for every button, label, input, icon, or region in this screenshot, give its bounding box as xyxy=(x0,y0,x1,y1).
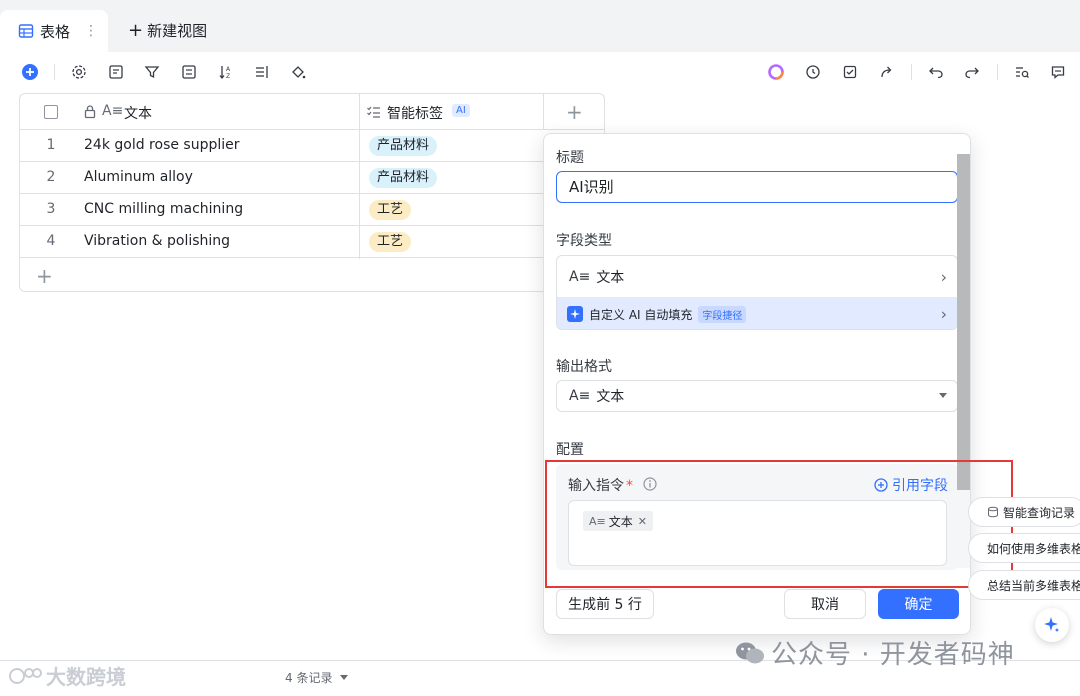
table-icon xyxy=(18,23,34,39)
row-number: 3 xyxy=(46,201,56,217)
row-number: 1 xyxy=(46,137,56,153)
output-format-value: 文本 xyxy=(596,389,625,405)
title-label: 标题 xyxy=(556,150,584,166)
column-divider xyxy=(359,94,360,259)
tag-chip: 产品材料 xyxy=(369,136,438,156)
help-chip-how-to-use[interactable]: 如何使用多维表格 xyxy=(968,533,1080,563)
title-input[interactable]: AI识别 xyxy=(556,171,958,203)
highlight-annotation xyxy=(545,460,1013,588)
comment-icon[interactable] xyxy=(1048,62,1068,82)
text-cell[interactable]: Vibration & polishing xyxy=(84,233,230,249)
chevron-right-icon: › xyxy=(940,304,947,324)
toolbar: AZ xyxy=(0,54,1080,92)
tag-chip: 工艺 xyxy=(369,200,412,220)
new-view-label: 新建视图 xyxy=(147,22,208,40)
paint-bucket-icon[interactable] xyxy=(288,62,308,82)
undo-icon[interactable] xyxy=(926,62,946,82)
help-chip-smart-query[interactable]: 智能查询记录 xyxy=(968,497,1080,527)
text-cell[interactable]: 24k gold rose supplier xyxy=(84,137,240,153)
cancel-button[interactable]: 取消 xyxy=(784,589,866,619)
sparkle-icon xyxy=(1044,617,1059,632)
ai-badge: AI xyxy=(452,104,470,117)
table-row[interactable]: 1 24k gold rose supplier 产品材料 xyxy=(20,130,604,162)
table-row[interactable]: 4 Vibration & polishing 工艺 xyxy=(20,226,604,258)
search-list-icon[interactable] xyxy=(1012,62,1032,82)
field-type-value: 文本 xyxy=(596,269,625,286)
table-row[interactable]: 3 CNC milling machining 工艺 xyxy=(20,194,604,226)
tab-table-label: 表格 xyxy=(40,22,71,41)
field-type-option-text[interactable]: A≡ 文本 › xyxy=(557,256,957,297)
select-all-checkbox[interactable] xyxy=(44,105,58,119)
output-format-select[interactable]: A≡ 文本 xyxy=(556,380,958,412)
add-column-button[interactable]: + xyxy=(566,100,583,124)
brand-logo-icon xyxy=(9,667,42,684)
toolbar-divider xyxy=(911,64,912,80)
config-label: 配置 xyxy=(556,442,584,458)
column-header-smart-tags[interactable]: 智能标签 xyxy=(387,103,443,123)
chevron-right-icon: › xyxy=(940,267,947,286)
generate-first-rows-button[interactable]: 生成前 5 行 xyxy=(556,589,654,619)
row-height-icon[interactable] xyxy=(252,62,272,82)
task-icon[interactable] xyxy=(840,62,860,82)
data-table: A≡ 文本 智能标签 AI + 1 24k gold rose supplier… xyxy=(19,93,605,292)
sort-icon[interactable]: AZ xyxy=(216,62,236,82)
redo-icon[interactable] xyxy=(962,62,982,82)
ai-autofill-option[interactable]: 自定义 AI 自动填充 字段捷径 › xyxy=(557,297,957,329)
ai-assistant-button[interactable] xyxy=(1035,608,1069,642)
group-icon[interactable] xyxy=(179,62,199,82)
tag-chip: 工艺 xyxy=(369,232,412,252)
chevron-down-icon xyxy=(340,675,349,680)
column-header-text[interactable]: 文本 xyxy=(124,103,152,123)
tag-chip: 产品材料 xyxy=(369,168,438,188)
field-shortcut-badge: 字段捷径 xyxy=(698,305,747,323)
ai-autofill-label: 自定义 AI 自动填充 xyxy=(589,307,693,322)
form-icon[interactable] xyxy=(106,62,126,82)
field-type-label: 字段类型 xyxy=(556,233,612,249)
svg-text:Z: Z xyxy=(226,73,230,80)
database-icon xyxy=(988,506,998,518)
chevron-down-icon xyxy=(939,393,947,398)
watermark-left: 大数跨境 xyxy=(8,661,126,690)
field-type-selector: A≡ 文本 › 自定义 AI 自动填充 字段捷径 › xyxy=(556,255,958,330)
row-number: 4 xyxy=(46,233,56,249)
tab-more-icon[interactable]: ⋮ xyxy=(84,23,98,39)
text-cell[interactable]: Aluminum alloy xyxy=(84,169,193,185)
scrollbar-thumb[interactable] xyxy=(957,154,970,490)
ai-orb-icon[interactable] xyxy=(766,62,786,82)
column-divider xyxy=(543,94,544,130)
add-circle-icon[interactable] xyxy=(20,62,40,82)
tab-table-view[interactable]: 表格 ⋮ xyxy=(0,10,108,52)
view-tab-bar: 表格 ⋮ + 新建视图 xyxy=(0,0,1080,52)
output-format-label: 输出格式 xyxy=(556,359,612,375)
multi-select-icon xyxy=(366,104,382,124)
record-count[interactable]: 4 条记录 xyxy=(285,669,349,686)
table-row[interactable]: 2 Aluminum alloy 产品材料 xyxy=(20,162,604,194)
toolbar-divider xyxy=(997,64,998,80)
add-row-button[interactable]: + xyxy=(36,264,53,288)
text-field-icon: A≡ xyxy=(102,103,124,119)
help-chip-summarize[interactable]: 总结当前多维表格 xyxy=(968,570,1080,600)
toolbar-divider xyxy=(54,64,55,80)
confirm-button[interactable]: 确定 xyxy=(878,589,959,619)
wechat-icon xyxy=(736,642,764,663)
text-cell[interactable]: CNC milling machining xyxy=(84,201,243,217)
filter-icon[interactable] xyxy=(142,62,162,82)
watermark-right: 公众号 · 开发者码神 xyxy=(735,634,1015,671)
settings-icon[interactable] xyxy=(69,62,89,82)
sparkle-icon xyxy=(567,306,583,322)
lock-icon xyxy=(83,104,97,123)
text-field-icon: A≡ xyxy=(569,388,591,404)
new-view-button[interactable]: + 新建视图 xyxy=(128,20,207,41)
svg-text:A: A xyxy=(226,66,231,73)
text-field-icon: A≡ xyxy=(569,268,591,285)
history-icon[interactable] xyxy=(803,62,823,82)
row-number: 2 xyxy=(46,169,56,185)
plus-icon: + xyxy=(128,20,144,41)
table-header: A≡ 文本 智能标签 AI + xyxy=(20,94,604,130)
share-icon[interactable] xyxy=(877,62,897,82)
